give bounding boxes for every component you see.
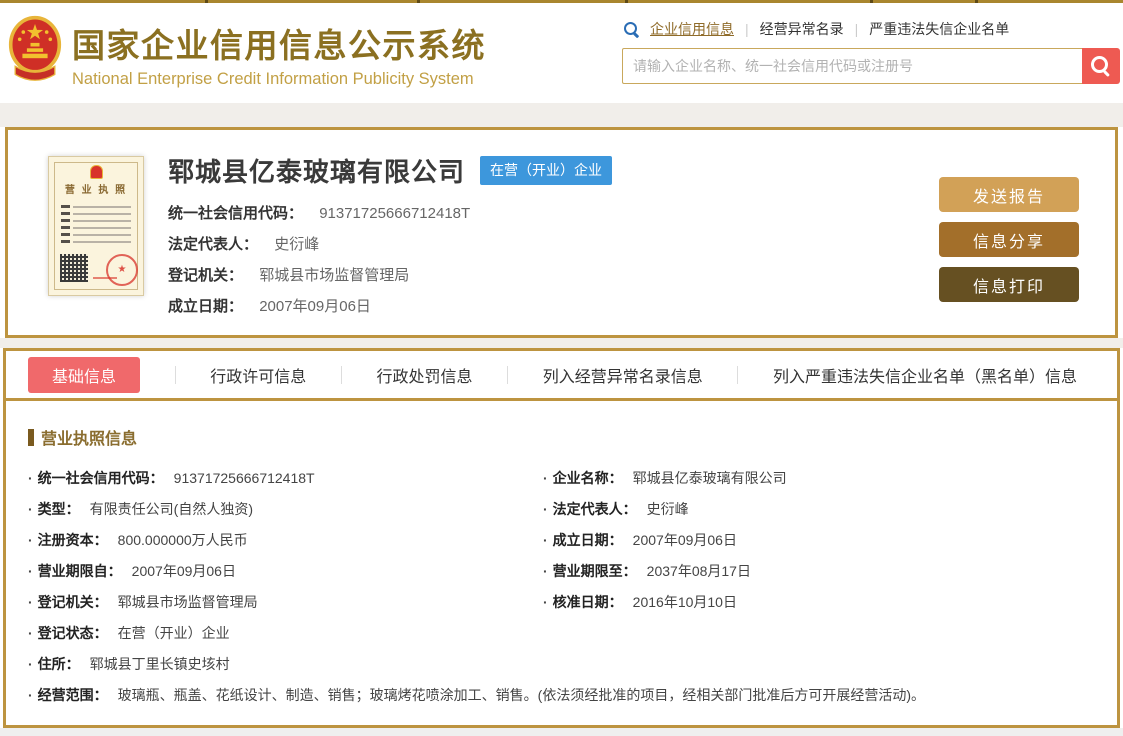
field-approval-date: 核准日期：2016年10月10日 (543, 587, 1097, 618)
national-emblem-logo-icon (8, 15, 62, 92)
card-field-credit-code: 统一社会信用代码： 91371725666712418T (168, 205, 471, 222)
tab-separator (737, 365, 739, 384)
share-info-button[interactable]: 信息分享 (939, 222, 1079, 257)
site-title-cn: 国家企业信用信息公示系统 (72, 27, 486, 64)
license-title: 营 业 执 照 (64, 185, 128, 196)
license-red-seal: ★ (106, 254, 138, 286)
business-license-thumbnail: 营 业 执 照 ★ (48, 156, 144, 296)
detail-panel: 基础信息 行政许可信息 行政处罚信息 列入经营异常名录信息 列入严重违法失信企业… (3, 348, 1120, 728)
top-line-tick (205, 0, 208, 3)
top-line-tick (975, 0, 978, 3)
company-info: 郓城县亿泰玻璃有限公司 在营（开业）企业 统一社会信用代码： 913717256… (168, 150, 939, 335)
tab-basic-info[interactable]: 基础信息 (28, 356, 141, 393)
nav-link-enterprise-credit[interactable]: 企业信用信息 (650, 19, 734, 39)
send-report-button[interactable]: 发送报告 (939, 177, 1079, 212)
bottom-strip (0, 728, 1123, 736)
search-bar (622, 48, 1120, 84)
field-legal-representative: 法定代表人：史衍峰 (543, 494, 1097, 525)
license-fields-grid: 统一社会信用代码：91371725666712418T 企业名称：郓城县亿泰玻璃… (28, 463, 1097, 711)
company-name: 郓城县亿泰玻璃有限公司 (168, 157, 466, 187)
license-qr-code (60, 254, 88, 282)
top-line-tick (417, 0, 420, 3)
license-emblem-icon (89, 165, 103, 179)
nav-link-serious-violations[interactable]: 严重违法失信企业名单 (869, 19, 1009, 39)
license-text-lines (61, 205, 131, 247)
field-company-name: 企业名称：郓城县亿泰玻璃有限公司 (543, 463, 1097, 494)
card-action-buttons: 发送报告 信息分享 信息打印 (939, 150, 1079, 335)
tab-abnormal-operations-list[interactable]: 列入经营异常名录信息 (543, 357, 703, 393)
field-registered-capital: 注册资本：800.000000万人民币 (28, 525, 543, 556)
field-company-type: 类型：有限责任公司(自然人独资) (28, 494, 543, 525)
site-title-en: National Enterprise Credit Information P… (72, 70, 474, 88)
top-line-tick (870, 0, 873, 3)
header-divider-band (0, 103, 1123, 127)
top-nav: 企业信用信息 | 经营异常名录 | 严重违法失信企业名单 (622, 19, 1120, 39)
brand-text: 国家企业信用信息公示系统 National Enterprise Credit … (72, 15, 486, 89)
tab-separator (507, 365, 509, 384)
top-line-tick (625, 0, 628, 3)
search-button[interactable] (1082, 48, 1120, 84)
print-info-button[interactable]: 信息打印 (939, 267, 1079, 302)
basic-info-content: 营业执照信息 统一社会信用代码：91371725666712418T 企业名称：… (6, 401, 1117, 711)
top-gold-line (0, 0, 1123, 3)
panel-gap (0, 338, 1123, 348)
magnifier-icon (1091, 56, 1111, 76)
field-address: 住所：郓城县丁里长镇史垓村 (28, 649, 543, 680)
status-badge: 在营（开业）企业 (480, 156, 613, 185)
field-term-from: 营业期限自：2007年09月06日 (28, 556, 543, 587)
field-establishment-date: 成立日期：2007年09月06日 (543, 525, 1097, 556)
company-summary-card: 营 业 执 照 ★ 郓城县亿泰玻璃有限公司 在营（开业）企业 统一社会信用代码：… (5, 127, 1118, 338)
tab-bar: 基础信息 行政许可信息 行政处罚信息 列入经营异常名录信息 列入严重违法失信企业… (6, 351, 1117, 401)
tab-separator (174, 365, 176, 384)
tab-separator (340, 365, 342, 384)
site-header: 国家企业信用信息公示系统 National Enterprise Credit … (0, 3, 1123, 103)
brand: 国家企业信用信息公示系统 National Enterprise Credit … (8, 3, 486, 103)
card-field-establishment-date: 成立日期： 2007年09月06日 (168, 298, 371, 315)
empty-cell (543, 649, 1097, 680)
field-registration-authority: 登记机关：郓城县市场监督管理局 (28, 587, 543, 618)
field-business-scope: 经营范围：玻璃瓶、瓶盖、花纸设计、制造、销售；玻璃烤花喷涂加工、销售。(依法须经… (28, 680, 1097, 711)
field-term-to: 营业期限至：2037年08月17日 (543, 556, 1097, 587)
tab-serious-violations-blacklist[interactable]: 列入严重违法失信企业名单（黑名单）信息 (773, 357, 1077, 393)
search-input[interactable] (622, 48, 1082, 84)
search-icon (624, 21, 639, 37)
section-title-bar (28, 428, 34, 446)
card-field-registration-authority: 登记机关： 郓城县市场监督管理局 (168, 267, 410, 284)
nav-separator: | (745, 21, 749, 37)
card-field-legal-representative: 法定代表人： 史衍峰 (168, 236, 320, 253)
tab-administrative-license[interactable]: 行政许可信息 (210, 357, 306, 393)
header-right: 企业信用信息 | 经营异常名录 | 严重违法失信企业名单 (622, 3, 1120, 103)
tab-administrative-penalty[interactable]: 行政处罚信息 (376, 357, 472, 393)
field-registration-status: 登记状态：在营（开业）企业 (28, 618, 543, 649)
nav-separator: | (854, 21, 859, 37)
field-credit-code: 统一社会信用代码：91371725666712418T (28, 463, 543, 494)
section-title: 营业执照信息 (28, 425, 1097, 449)
nav-link-abnormal-operations[interactable]: 经营异常名录 (760, 19, 844, 39)
empty-cell (543, 618, 1097, 649)
